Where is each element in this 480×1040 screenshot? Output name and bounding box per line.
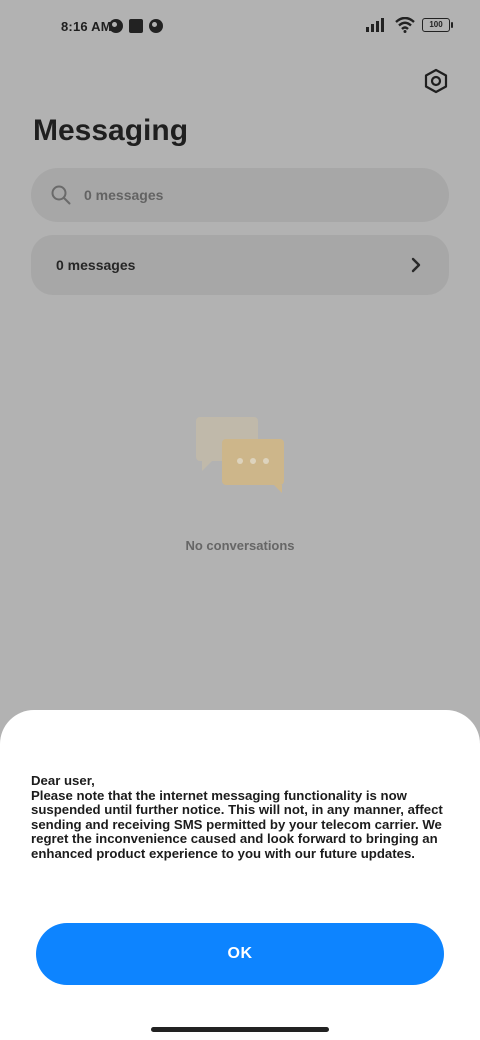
- notification-app-icon: [109, 19, 123, 33]
- battery-icon: 100: [422, 18, 453, 32]
- settings-button[interactable]: [421, 66, 451, 96]
- messages-row-label: 0 messages: [56, 257, 136, 273]
- dialog-greeting: Dear user,: [31, 773, 95, 788]
- home-indicator[interactable]: [151, 1027, 329, 1032]
- status-bar: 8:16 AM 100: [0, 0, 480, 56]
- search-bar[interactable]: [31, 168, 449, 222]
- settings-hexagon-icon: [424, 68, 448, 94]
- notification-square-icon: [129, 19, 143, 33]
- notice-dialog: Dear user, Please note that the internet…: [0, 710, 480, 1040]
- notification-app-icon-2: [149, 19, 163, 33]
- dialog-message: Dear user, Please note that the internet…: [31, 773, 461, 862]
- messages-row[interactable]: 0 messages: [31, 235, 449, 295]
- search-icon: [51, 185, 71, 205]
- status-right-icons: 100: [366, 17, 453, 33]
- wifi-icon: [395, 17, 415, 33]
- dialog-body: Please note that the internet messaging …: [31, 787, 443, 861]
- status-time: 8:16 AM: [61, 19, 112, 34]
- signal-icon: [366, 18, 384, 32]
- chevron-right-icon: [411, 257, 421, 273]
- notification-icons: [109, 19, 163, 33]
- page-title: Messaging: [33, 114, 189, 147]
- empty-state-text: No conversations: [185, 538, 295, 553]
- chat-bubbles-icon: [196, 417, 284, 493]
- search-input[interactable]: [82, 186, 386, 204]
- ok-button[interactable]: OK: [36, 923, 444, 985]
